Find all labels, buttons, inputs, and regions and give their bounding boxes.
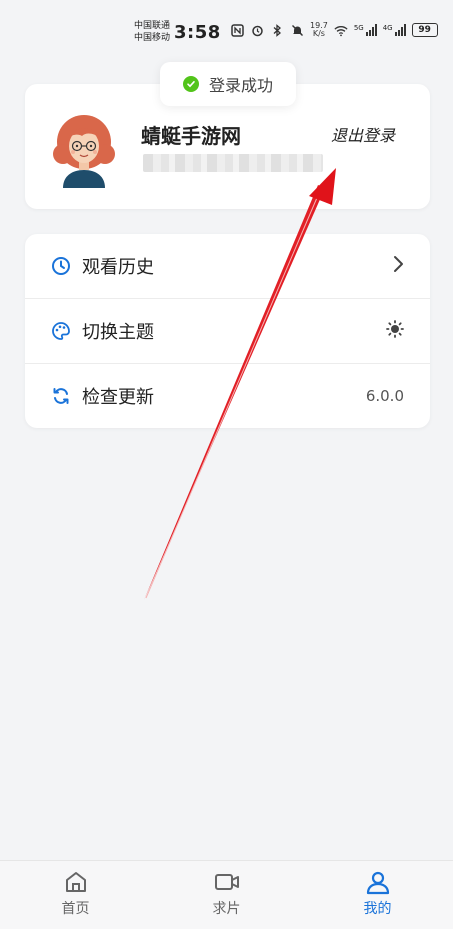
user-icon — [365, 869, 391, 895]
net-speed: 19.7 K/s — [310, 22, 328, 38]
signal-1-label: 5G — [353, 24, 364, 32]
username: 蜻蜓手游网 — [141, 124, 241, 148]
sun-icon — [386, 320, 404, 342]
tab-label: 首页 — [61, 901, 90, 917]
menu-item-watch-history[interactable]: 观看历史 — [25, 234, 430, 298]
alarm-icon — [250, 23, 264, 37]
logout-button[interactable]: 退出登录 — [331, 126, 401, 146]
carrier-1: 中国联通 — [134, 21, 171, 31]
menu-item-switch-theme[interactable]: 切换主题 — [25, 299, 430, 363]
bottom-tab-bar: 首页 求片 我的 — [0, 860, 453, 929]
menu-item-label: 检查更新 — [82, 387, 154, 408]
clock-icon — [51, 256, 71, 276]
battery-level: 99 — [418, 25, 431, 35]
chevron-right-icon — [392, 255, 404, 277]
menu-item-label: 观看历史 — [82, 257, 154, 278]
toast-notification: 登录成功 — [160, 62, 296, 106]
menu-item-check-update[interactable]: 检查更新 6.0.0 — [25, 364, 430, 428]
version-text: 6.0.0 — [365, 387, 404, 405]
status-bar: 中国联通 中国移动 3:58 19.7 K/s 5G 4G 99 — [0, 0, 453, 64]
signal-4g-icon: 4G — [383, 24, 406, 36]
tab-label: 求片 — [212, 901, 241, 917]
tab-label: 我的 — [363, 901, 392, 917]
avatar[interactable] — [49, 112, 119, 188]
net-speed-unit: K/s — [312, 29, 325, 38]
status-icons: 19.7 K/s 5G 4G 99 — [230, 22, 438, 38]
palette-icon — [51, 321, 71, 341]
settings-menu: 观看历史 切换主题 检查更新 6.0.0 — [25, 234, 430, 428]
refresh-icon — [51, 386, 71, 406]
check-circle-icon — [182, 76, 199, 92]
signal-2-label: 4G — [382, 24, 393, 32]
nfc-icon — [230, 23, 244, 37]
carrier-names: 中国联通 中国移动 — [134, 20, 170, 44]
bluetooth-icon — [270, 23, 284, 37]
tab-mine[interactable]: 我的 — [302, 861, 453, 929]
toast-message: 登录成功 — [208, 76, 273, 95]
mute-bell-icon — [290, 23, 304, 37]
signal-5g-icon: 5G — [354, 24, 377, 36]
video-camera-icon — [214, 869, 240, 895]
clock: 3:58 — [174, 22, 221, 43]
carrier-2: 中国移动 — [134, 33, 171, 43]
battery-icon: 99 — [411, 23, 438, 37]
user-id-redacted — [143, 154, 323, 172]
tab-home[interactable]: 首页 — [0, 861, 151, 929]
home-icon — [63, 869, 89, 895]
wifi-icon — [334, 23, 348, 37]
tab-request[interactable]: 求片 — [151, 861, 302, 929]
menu-item-label: 切换主题 — [82, 322, 154, 343]
